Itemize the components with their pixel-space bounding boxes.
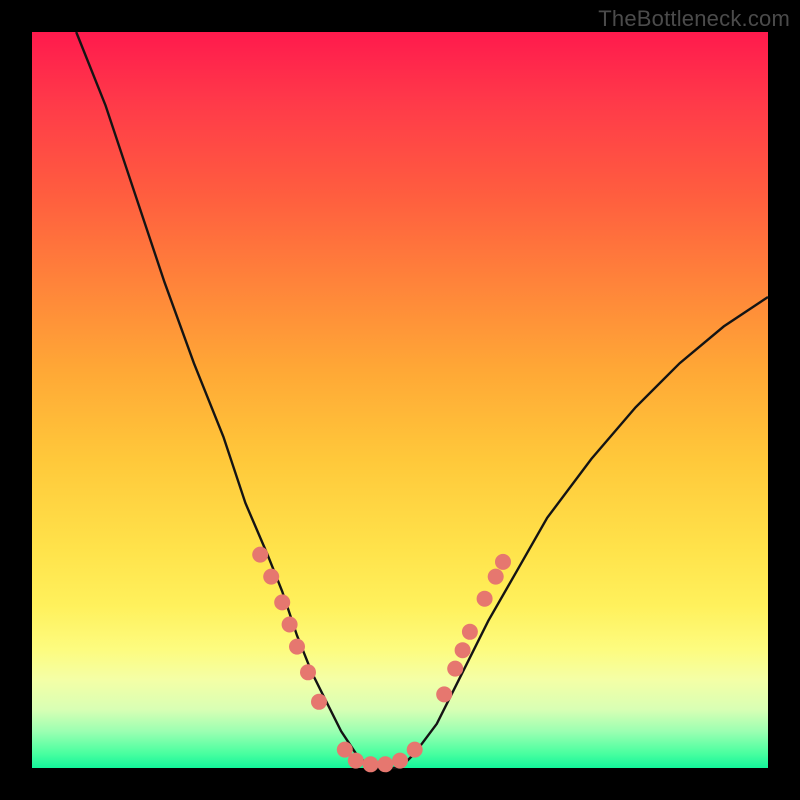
data-point	[363, 756, 379, 772]
data-points	[252, 547, 511, 773]
data-point	[252, 547, 268, 563]
data-point	[348, 753, 364, 769]
data-point	[436, 686, 452, 702]
data-point	[488, 569, 504, 585]
data-point	[447, 661, 463, 677]
chart-frame: TheBottleneck.com	[0, 0, 800, 800]
data-point	[300, 664, 316, 680]
data-point	[407, 742, 423, 758]
data-point	[455, 642, 471, 658]
bottleneck-curve	[76, 32, 768, 768]
data-point	[462, 624, 478, 640]
data-point	[477, 591, 493, 607]
data-point	[282, 617, 298, 633]
data-point	[377, 756, 393, 772]
data-point	[274, 594, 290, 610]
data-point	[392, 753, 408, 769]
curve-svg	[32, 32, 768, 768]
data-point	[311, 694, 327, 710]
data-point	[289, 639, 305, 655]
data-point	[495, 554, 511, 570]
watermark-label: TheBottleneck.com	[598, 6, 790, 32]
data-point	[263, 569, 279, 585]
plot-area	[32, 32, 768, 768]
